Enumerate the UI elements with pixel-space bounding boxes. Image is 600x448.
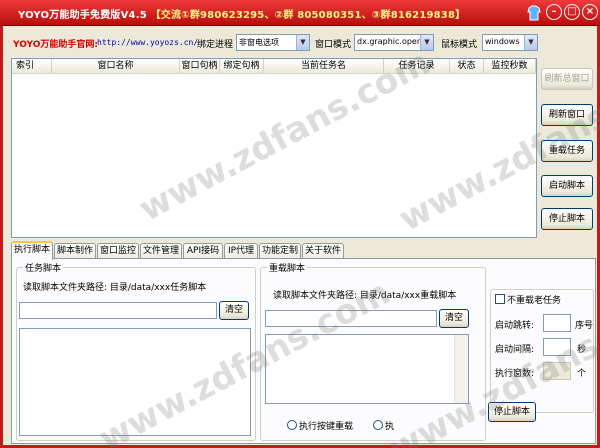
- tab-window-monitor[interactable]: 窗口监控: [97, 243, 139, 259]
- col-index[interactable]: 索引: [12, 59, 52, 74]
- exec-windows-input[interactable]: [543, 362, 571, 380]
- reload-option-label: 执: [385, 422, 395, 432]
- chevron-down-icon: ▼: [524, 35, 537, 50]
- task-script-list[interactable]: [19, 328, 251, 436]
- window-list[interactable]: 索引 窗口名称 窗口句柄 绑定句柄 当前任务名 任务记录 状态 监控秒数: [11, 58, 537, 238]
- run-script-panel: 任务脚本 读取脚本文件夹路径: 目录/data/xxx任务脚本 清空 重载脚本 …: [11, 258, 596, 444]
- col-window-name[interactable]: 窗口名称: [52, 59, 180, 74]
- group-info: 【交流①群980623295、②群 805080351、③群816219838】: [150, 10, 466, 21]
- reload-task-button[interactable]: 重载任务: [541, 140, 593, 162]
- bind-process-label: 绑定进程: [197, 40, 234, 50]
- title-bar: YOYO万能助手免费版V4.5 【交流①群980623295、②群 805080…: [0, 0, 600, 26]
- window-mode-label: 窗口模式: [315, 40, 352, 50]
- reload-script-group: 重载脚本 读取脚本文件夹路径: 目录/data/xxx重载脚本 清空 执行按键重…: [260, 261, 486, 441]
- bind-process-value: 非窗电选项: [239, 38, 279, 47]
- tab-file-manager[interactable]: 文件管理: [140, 243, 182, 259]
- tab-api-code[interactable]: API接码: [183, 243, 223, 259]
- window-mode-select[interactable]: dx.graphic.open ▼: [354, 34, 434, 51]
- reload-script-clear-button[interactable]: 清空: [439, 309, 469, 328]
- maximize-button[interactable]: □: [564, 4, 580, 20]
- list-header: 索引 窗口名称 窗口句柄 绑定句柄 当前任务名 任务记录 状态 监控秒数: [12, 59, 536, 74]
- tab-ip-proxy[interactable]: IP代理: [224, 243, 258, 259]
- col-monitor-seconds[interactable]: 监控秒数: [484, 59, 536, 74]
- col-bind-handle[interactable]: 绑定句柄: [220, 59, 264, 74]
- refresh-window-button[interactable]: 刷新窗口: [541, 104, 593, 126]
- site-link[interactable]: http://www.yoyozs.cn/: [97, 38, 198, 47]
- mouse-mode-label: 鼠标模式: [441, 40, 478, 50]
- bind-process-select[interactable]: 非窗电选项 ▼: [236, 34, 310, 51]
- vertical-scrollbar[interactable]: [454, 335, 468, 403]
- close-button[interactable]: ×: [582, 4, 598, 20]
- task-script-clear-button[interactable]: 清空: [219, 301, 249, 320]
- key-reload-radio[interactable]: [287, 420, 297, 430]
- start-jump-input[interactable]: [543, 314, 571, 332]
- start-script-button[interactable]: 启动脚本: [541, 175, 593, 197]
- tab-custom-features[interactable]: 功能定制: [259, 243, 301, 259]
- col-status[interactable]: 状态: [450, 59, 484, 74]
- start-interval-input[interactable]: [543, 338, 571, 356]
- stop-script-button[interactable]: 停止脚本: [541, 208, 593, 230]
- task-script-group: 任务脚本 读取脚本文件夹路径: 目录/data/xxx任务脚本 清空: [16, 261, 256, 441]
- reload-script-path-input[interactable]: [265, 310, 437, 327]
- task-script-title: 任务脚本: [23, 261, 64, 274]
- skin-shirt-icon[interactable]: [527, 5, 541, 21]
- tab-bar: 执行脚本 脚本制作 窗口监控 文件管理 API接码 IP代理 功能定制 关于软件: [11, 241, 571, 260]
- start-jump-label: 启动跳转:: [495, 321, 535, 331]
- tab-run-script[interactable]: 执行脚本: [11, 241, 53, 260]
- start-interval-label: 启动间隔:: [495, 345, 535, 355]
- task-script-path-input[interactable]: [19, 302, 217, 319]
- win-unit-label: 个: [577, 369, 587, 379]
- window-mode-value: dx.graphic.open: [357, 37, 422, 46]
- minimize-button[interactable]: –: [546, 4, 562, 20]
- reload-script-list[interactable]: [265, 334, 469, 404]
- col-window-handle[interactable]: 窗口句柄: [180, 59, 220, 74]
- no-reload-old-label: 不重载老任务: [507, 296, 562, 306]
- tab-make-script[interactable]: 脚本制作: [54, 243, 96, 259]
- reload-script-title: 重载脚本: [267, 261, 308, 274]
- mouse-mode-select[interactable]: windows ▼: [482, 34, 538, 51]
- task-script-path-label: 读取脚本文件夹路径: 目录/data/xxx任务脚本: [23, 283, 207, 293]
- seq-unit-label: 序号: [575, 321, 594, 331]
- exec-windows-label: 执行窗数:: [495, 369, 535, 379]
- window-title: YOYO万能助手免费版V4.5 【交流①群980623295、②群 805080…: [18, 6, 465, 21]
- sec-unit-label: 秒: [577, 345, 587, 355]
- chevron-down-icon: ▼: [296, 35, 309, 50]
- col-current-task[interactable]: 当前任务名: [264, 59, 384, 74]
- options-group: 不重载老任务 启动跳转: 序号 启动间隔: 秒 执行窗数: 个: [490, 289, 594, 413]
- mouse-mode-value: windows: [485, 37, 520, 46]
- stop-script-button-2[interactable]: 停止脚本: [488, 402, 536, 422]
- reload-script-path-label: 读取脚本文件夹路径: 目录/data/xxx重载脚本: [273, 291, 457, 301]
- settings-row: YOYO万能助手官网: http://www.yoyozs.cn/ 绑定进程 非…: [11, 34, 599, 54]
- no-reload-old-checkbox[interactable]: [495, 294, 505, 304]
- tab-about[interactable]: 关于软件: [302, 243, 344, 259]
- col-task-log[interactable]: 任务记录: [384, 59, 450, 74]
- refresh-all-windows-button[interactable]: 刷新总窗口: [541, 68, 593, 90]
- chevron-down-icon: ▼: [420, 35, 433, 50]
- main-window: YOYO万能助手官网: http://www.yoyozs.cn/ 绑定进程 非…: [0, 26, 600, 448]
- reload-option-radio[interactable]: [373, 420, 383, 430]
- app-title: YOYO万能助手免费版V4.5: [18, 10, 147, 21]
- key-reload-label: 执行按键重载: [299, 422, 354, 432]
- site-label: YOYO万能助手官网:: [13, 40, 98, 50]
